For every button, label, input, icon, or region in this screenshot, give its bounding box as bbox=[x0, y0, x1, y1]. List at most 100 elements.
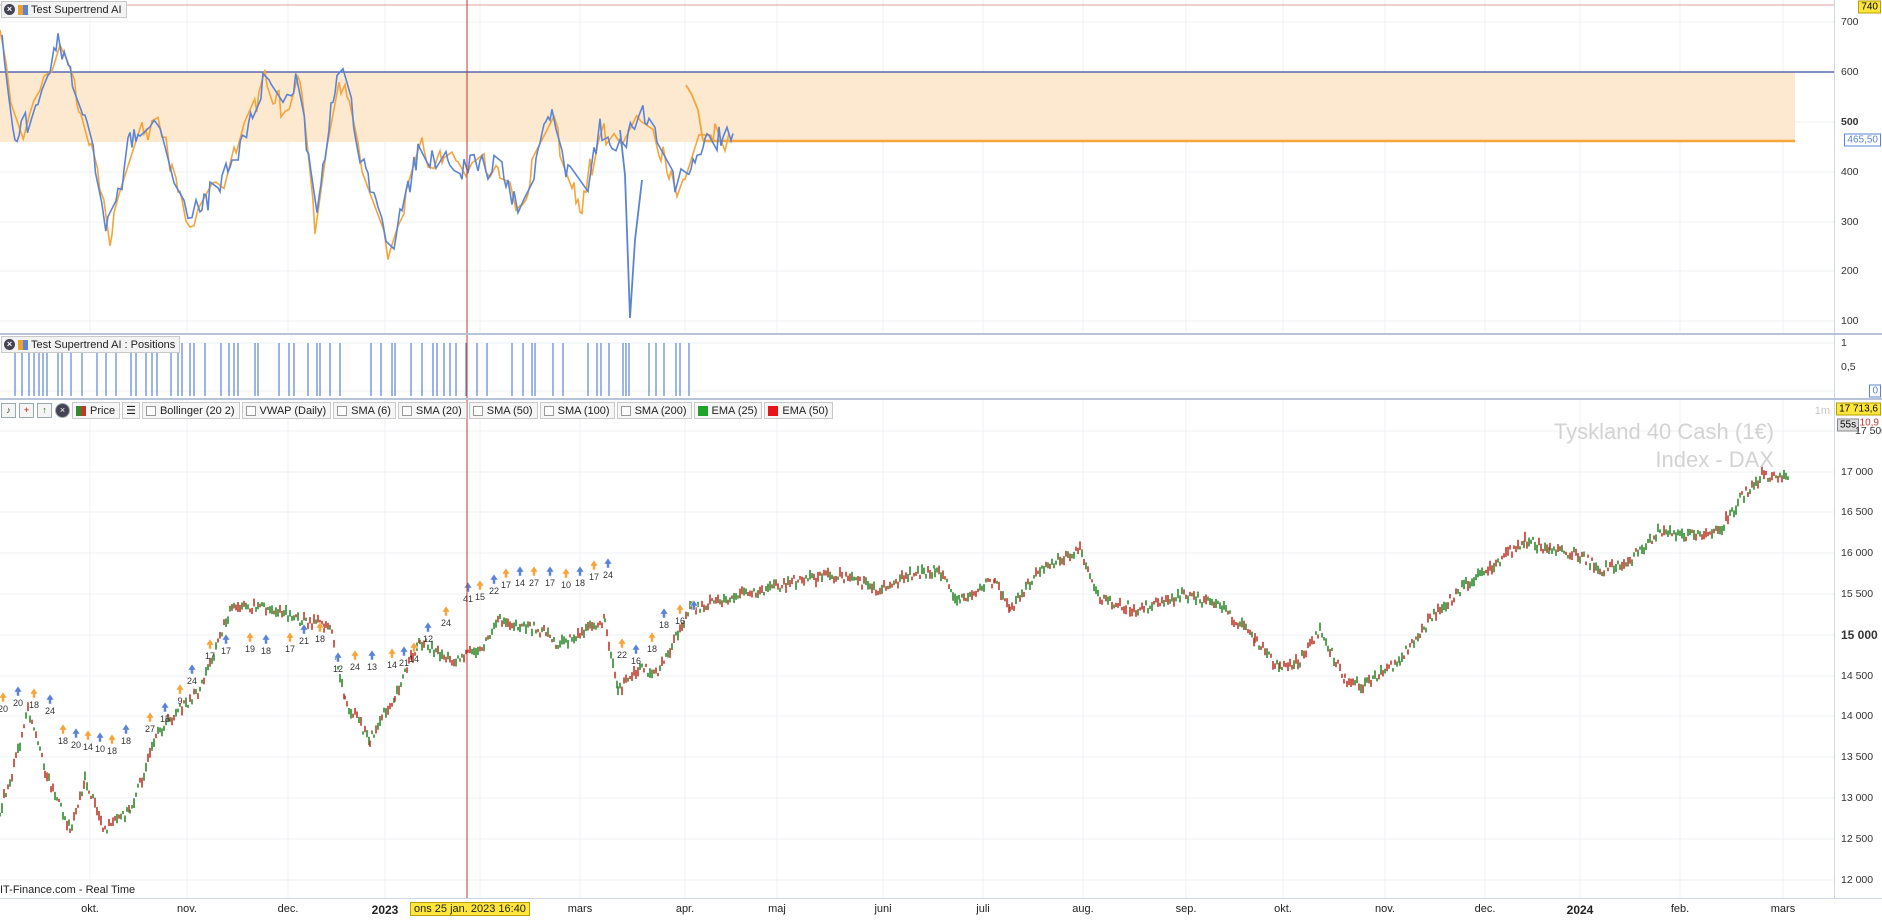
y-tick: 12 000 bbox=[1841, 874, 1874, 886]
signal-label: 17 bbox=[205, 651, 215, 661]
y-tick: 100 bbox=[1841, 315, 1859, 327]
signal-label: 18 bbox=[58, 736, 68, 746]
indicator-checkbox[interactable] bbox=[620, 405, 631, 416]
indicator-label: Bollinger (20 2) bbox=[159, 404, 235, 417]
indicator-checkbox[interactable] bbox=[245, 405, 256, 416]
signal-label: 24 bbox=[603, 570, 613, 580]
indicator-icon bbox=[18, 339, 28, 350]
supertrend-band bbox=[0, 72, 1795, 142]
signal-arrow-icon bbox=[160, 701, 170, 713]
indicator-sma-200[interactable]: SMA (200) bbox=[616, 402, 692, 419]
instrument-watermark: Tyskland 40 Cash (1€) Index - DAX bbox=[1554, 418, 1774, 474]
signal-label: 17 bbox=[285, 644, 295, 654]
signal-label: 14 bbox=[387, 660, 397, 670]
supertrend-panel[interactable]: × Test Supertrend AI bbox=[0, 0, 1834, 333]
watermark-line1: Tyskland 40 Cash (1€) bbox=[1553, 419, 1774, 444]
signal-arrow-icon bbox=[423, 621, 433, 633]
indicator-sma-100[interactable]: SMA (100) bbox=[539, 402, 615, 419]
indicator-vwap[interactable]: VWAP (Daily) bbox=[241, 402, 332, 419]
x-tick: mars bbox=[567, 903, 593, 915]
indicator-color-swatch[interactable] bbox=[697, 405, 708, 416]
list-toggle[interactable]: ☰ bbox=[122, 402, 140, 419]
add-icon[interactable]: + bbox=[19, 403, 34, 418]
watermark-line2: Index - DAX bbox=[1655, 447, 1774, 472]
signal-label: 18 bbox=[659, 620, 669, 630]
positions-y-axis[interactable]: 1 0,5 0 bbox=[1834, 335, 1882, 398]
x-tick: okt. bbox=[81, 903, 99, 915]
indicator-label: SMA (20) bbox=[415, 404, 462, 417]
x-tick: dec. bbox=[277, 903, 299, 915]
signal-arrow-icon bbox=[175, 683, 185, 695]
signal-label: 22 bbox=[489, 586, 499, 596]
signal-arrow-icon bbox=[83, 729, 93, 741]
signal-arrow-icon bbox=[489, 573, 499, 585]
y-tick: 16 500 bbox=[1841, 506, 1874, 518]
signal-label: 13 bbox=[367, 662, 377, 672]
close-icon[interactable]: × bbox=[4, 339, 15, 350]
signal-arrow-icon bbox=[285, 631, 295, 643]
indicator-color-swatch[interactable] bbox=[768, 405, 779, 416]
price-panel[interactable]: 20 20 18 24 18 20 14 10 18 18 27 15 9 24 17 17 19 18 17 21 1… bbox=[0, 400, 1834, 898]
price-toggle[interactable]: Price bbox=[72, 402, 121, 419]
y-tick: 1 bbox=[1841, 337, 1847, 349]
signal-arrow-icon bbox=[647, 631, 657, 643]
positions-panel[interactable]: × Test Supertrend AI : Positions bbox=[0, 335, 1834, 398]
signal-arrow-icon bbox=[529, 565, 539, 577]
x-tick: dec. bbox=[1474, 903, 1496, 915]
positions-plot bbox=[0, 335, 1834, 398]
supertrend-legend[interactable]: × Test Supertrend AI bbox=[1, 1, 127, 18]
x-tick: maj bbox=[768, 903, 786, 915]
close-icon[interactable]: × bbox=[55, 403, 70, 418]
supertrend-y-axis[interactable]: 740 700 600 500 465,50 400 300 200 100 bbox=[1834, 0, 1882, 333]
y-tick: 17 000 bbox=[1841, 466, 1874, 478]
indicator-label: VWAP (Daily) bbox=[259, 404, 327, 417]
signal-label: 24 bbox=[350, 662, 360, 672]
indicator-ema-50[interactable]: EMA (50) bbox=[764, 402, 834, 419]
zero-tag: 0 bbox=[1869, 384, 1881, 398]
signal-arrow-icon bbox=[463, 581, 473, 593]
arrow-up-icon[interactable]: ↑ bbox=[37, 403, 52, 418]
price-label: Price bbox=[90, 404, 116, 417]
price-y-axis[interactable]: 17 713,6 55s 10,9 17 500 17 000 16 500 1… bbox=[1834, 400, 1882, 898]
y-tick: 200 bbox=[1841, 265, 1859, 277]
y-tick: 12 500 bbox=[1841, 833, 1874, 845]
y-tick: 16 000 bbox=[1841, 547, 1874, 559]
indicator-sma-50[interactable]: SMA (50) bbox=[468, 402, 538, 419]
timeframe-label: 1m bbox=[1814, 405, 1830, 417]
y-tick: 300 bbox=[1841, 216, 1859, 228]
signal-arrow-icon bbox=[13, 685, 23, 697]
signal-label: 27 bbox=[529, 578, 539, 588]
signal-label: 24 bbox=[441, 618, 451, 628]
x-tick: okt. bbox=[1274, 903, 1292, 915]
signal-arrow-icon bbox=[501, 567, 511, 579]
signal-arrow-icon bbox=[561, 567, 571, 579]
indicator-checkbox[interactable] bbox=[337, 405, 348, 416]
y-tick: 600 bbox=[1841, 66, 1859, 78]
time-axis[interactable]: okt. nov. dec. 2023 mars apr. maj juni j… bbox=[0, 898, 1882, 921]
signal-label: 18 bbox=[121, 736, 131, 746]
signal-arrow-icon bbox=[71, 727, 81, 739]
signal-arrow-icon bbox=[367, 649, 377, 661]
indicator-bollinger[interactable]: Bollinger (20 2) bbox=[141, 402, 240, 419]
supertrend-dip bbox=[619, 129, 643, 319]
close-icon[interactable]: × bbox=[4, 4, 15, 15]
bell-icon[interactable]: ♪ bbox=[1, 403, 16, 418]
signal-arrow-icon bbox=[675, 603, 685, 615]
positions-legend[interactable]: × Test Supertrend AI : Positions bbox=[1, 336, 181, 353]
indicator-checkbox[interactable] bbox=[543, 405, 554, 416]
indicator-sma-20[interactable]: SMA (20) bbox=[397, 402, 467, 419]
signal-arrow-icon bbox=[205, 638, 215, 650]
indicator-sma-6[interactable]: SMA (6) bbox=[333, 402, 396, 419]
signal-arrow-icon bbox=[399, 645, 409, 657]
indicator-checkbox[interactable] bbox=[401, 405, 412, 416]
supertrend-title: Test Supertrend AI bbox=[31, 3, 122, 16]
indicator-checkbox[interactable] bbox=[472, 405, 483, 416]
signal-arrow-icon bbox=[145, 711, 155, 723]
top-value-tag: 740 bbox=[1858, 0, 1881, 14]
signal-arrow-icon bbox=[95, 731, 105, 743]
signal-label: 18 bbox=[261, 646, 271, 656]
price-toolbar: ♪ + ↑ × Price ☰ Bollinger (20 2) VWAP (D… bbox=[0, 402, 834, 419]
indicator-ema-25[interactable]: EMA (25) bbox=[693, 402, 763, 419]
x-tick: nov. bbox=[177, 903, 197, 915]
indicator-checkbox[interactable] bbox=[145, 405, 156, 416]
